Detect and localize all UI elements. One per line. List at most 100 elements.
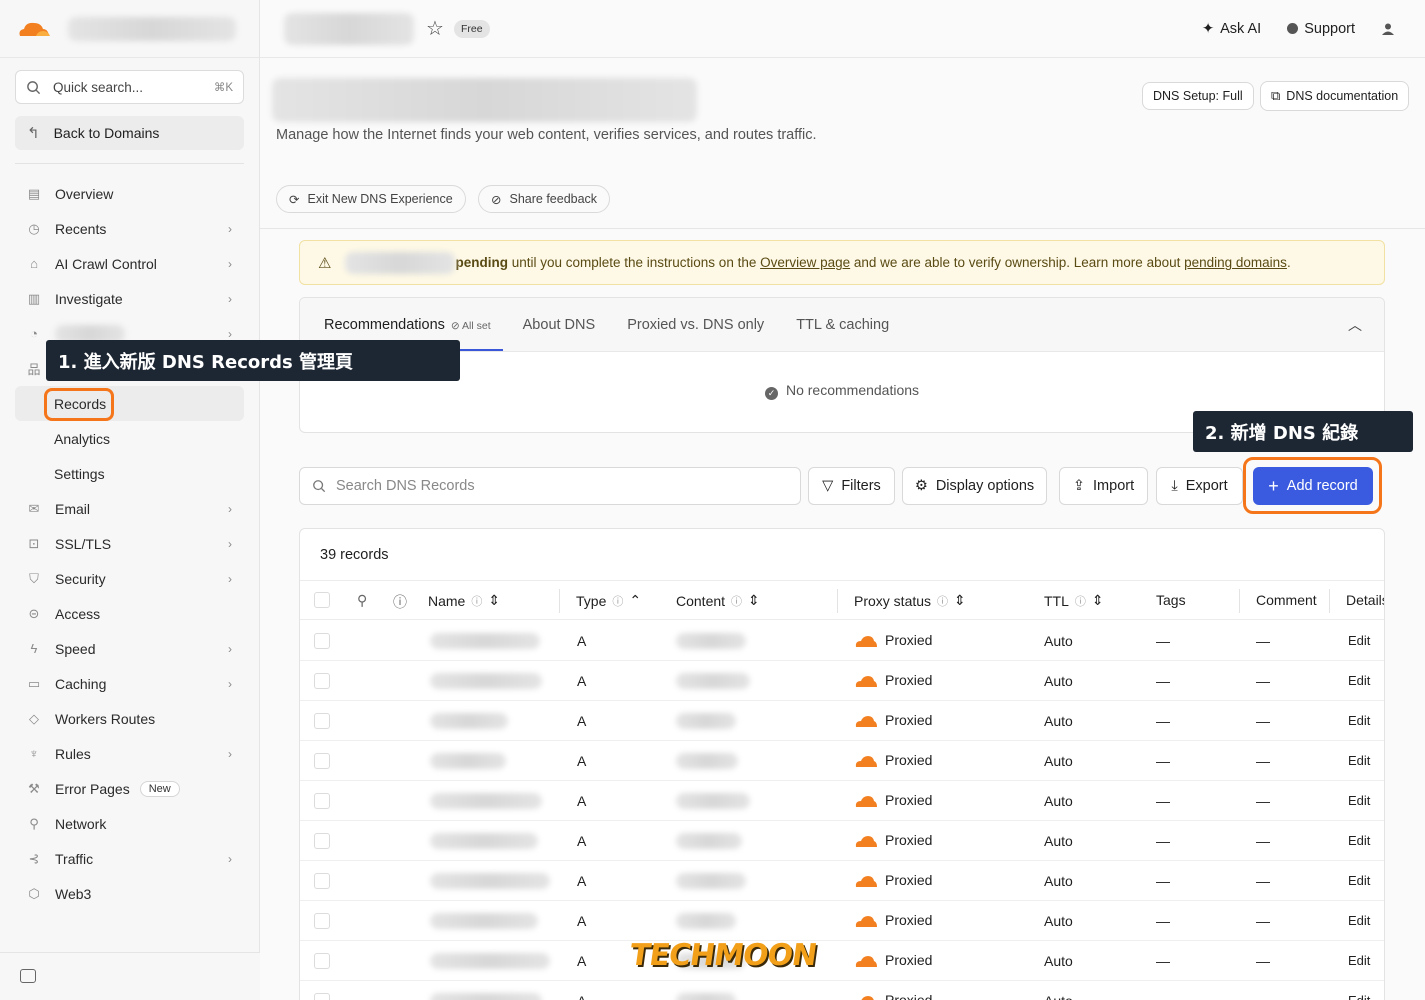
sidebar-item-analytics[interactable]: Analytics xyxy=(15,421,244,456)
record-comment: — xyxy=(1256,713,1270,729)
tab-about-dns[interactable]: About DNS xyxy=(523,317,596,333)
sidebar-item-access[interactable]: ⊝ Access xyxy=(15,596,244,631)
table-row[interactable]: A Proxied Auto — — Edit xyxy=(300,781,1384,821)
column-content[interactable]: Content ⓘ ⇕ xyxy=(676,592,760,609)
column-type[interactable]: Type ⓘ ⌃ xyxy=(576,592,641,609)
row-checkbox[interactable] xyxy=(314,793,330,809)
sidebar-item-web3[interactable]: ⬡ Web3 xyxy=(15,876,244,911)
overview-page-link[interactable]: Overview page xyxy=(760,255,850,270)
row-checkbox[interactable] xyxy=(314,833,330,849)
sidebar-item-speed[interactable]: ϟ Speed › xyxy=(15,631,244,666)
record-proxy-status[interactable]: Proxied xyxy=(855,872,932,888)
sidebar-item-email[interactable]: ✉ Email › xyxy=(15,491,244,526)
cloudflare-logo-icon[interactable] xyxy=(14,19,52,39)
sidebar-collapse-icon[interactable] xyxy=(20,969,36,983)
quick-search-input[interactable]: Quick search... ⌘K xyxy=(15,70,244,104)
record-proxy-status[interactable]: Proxied xyxy=(855,832,932,848)
sidebar-item-ssl-tls[interactable]: ⊡ SSL/TLS › xyxy=(15,526,244,561)
row-checkbox[interactable] xyxy=(314,673,330,689)
column-proxy-status[interactable]: Proxy status ⓘ ⇕ xyxy=(854,592,966,609)
sidebar-item-workers-routes[interactable]: ◇ Workers Routes xyxy=(15,701,244,736)
user-menu-button[interactable] xyxy=(1381,22,1395,36)
back-to-domains-button[interactable]: ↰ Back to Domains xyxy=(15,116,244,150)
sidebar-item-traffic[interactable]: ⊰ Traffic › xyxy=(15,841,244,876)
record-proxy-status[interactable]: Proxied xyxy=(855,752,932,768)
sort-asc-icon: ⌃ xyxy=(629,592,642,608)
share-feedback-button[interactable]: ⊘ Share feedback xyxy=(478,185,611,213)
table-row[interactable]: A Proxied Auto — — Edit xyxy=(300,901,1384,941)
edit-record-link[interactable]: Edit xyxy=(1348,753,1370,768)
table-row[interactable]: A Proxied Auto — — Edit xyxy=(300,661,1384,701)
record-proxy-status[interactable]: Proxied xyxy=(855,712,932,728)
table-row[interactable]: A Proxied Auto — — Edit xyxy=(300,821,1384,861)
record-proxy-status[interactable]: Proxied xyxy=(855,992,932,1000)
row-checkbox[interactable] xyxy=(314,713,330,729)
pending-domains-link[interactable]: pending domains xyxy=(1184,255,1287,270)
select-all-checkbox[interactable] xyxy=(314,592,330,608)
exit-new-dns-button[interactable]: ⟳ Exit New DNS Experience xyxy=(276,185,466,213)
table-row[interactable]: A Proxied Auto — — Edit xyxy=(300,981,1384,1000)
export-button[interactable]: ⤓ Export xyxy=(1156,467,1243,505)
edit-record-link[interactable]: Edit xyxy=(1348,833,1370,848)
edit-record-link[interactable]: Edit xyxy=(1348,913,1370,928)
display-options-button[interactable]: ⚙ Display options xyxy=(902,467,1047,505)
tab-proxied-vs-dns-only[interactable]: Proxied vs. DNS only xyxy=(627,317,764,333)
tab-recommendations[interactable]: Recommendations ⊘ All set xyxy=(324,317,491,333)
sidebar-item-investigate[interactable]: ▥ Investigate › xyxy=(15,281,244,316)
table-row[interactable]: A Proxied Auto — — Edit xyxy=(300,741,1384,781)
edit-record-link[interactable]: Edit xyxy=(1348,873,1370,888)
table-row[interactable]: A Proxied Auto — — Edit xyxy=(300,701,1384,741)
sidebar-item-ai-crawl-control[interactable]: ⌂ AI Crawl Control › xyxy=(15,246,244,281)
record-name-redacted xyxy=(430,953,550,969)
record-proxy-status[interactable]: Proxied xyxy=(855,952,932,968)
table-row[interactable]: A Proxied Auto — — Edit xyxy=(300,861,1384,901)
sidebar-item-error-pages[interactable]: ⚒ Error Pages New xyxy=(15,771,244,806)
row-checkbox[interactable] xyxy=(314,873,330,889)
row-checkbox[interactable] xyxy=(314,993,330,1000)
edit-record-link[interactable]: Edit xyxy=(1348,633,1370,648)
tab-ttl-caching[interactable]: TTL & caching xyxy=(796,317,889,333)
sidebar-item-rules[interactable]: ♆ Rules › xyxy=(15,736,244,771)
support-button[interactable]: Support xyxy=(1287,21,1355,37)
domain-redacted xyxy=(345,251,456,274)
row-checkbox[interactable] xyxy=(314,913,330,929)
search-shortcut: ⌘K xyxy=(213,82,233,94)
sidebar-item-label: Access xyxy=(55,605,101,622)
filters-button[interactable]: ▽ Filters xyxy=(808,467,895,505)
ask-ai-button[interactable]: ✦ Ask AI xyxy=(1202,21,1261,37)
sidebar-item-label: Web3 xyxy=(55,885,92,902)
sidebar-item-overview[interactable]: ▤ Overview xyxy=(15,176,244,211)
record-name-redacted xyxy=(430,793,542,809)
record-name-redacted xyxy=(430,913,538,929)
zone-name-redacted[interactable] xyxy=(284,12,414,45)
record-name-redacted xyxy=(430,993,542,1000)
star-icon[interactable]: ☆ xyxy=(426,16,444,41)
row-checkbox[interactable] xyxy=(314,633,330,649)
dns-setup-badge[interactable]: DNS Setup: Full xyxy=(1142,82,1254,110)
import-button[interactable]: ⇪ Import xyxy=(1059,467,1148,505)
record-proxy-status[interactable]: Proxied xyxy=(855,792,932,808)
sidebar-item-settings[interactable]: Settings xyxy=(15,456,244,491)
row-checkbox[interactable] xyxy=(314,953,330,969)
edit-record-link[interactable]: Edit xyxy=(1348,673,1370,688)
account-name-redacted[interactable] xyxy=(68,16,236,41)
sidebar-item-network[interactable]: ⚲ Network xyxy=(15,806,244,841)
dns-search-input[interactable]: Search DNS Records xyxy=(299,467,801,505)
edit-record-link[interactable]: Edit xyxy=(1348,713,1370,728)
table-row[interactable]: A Proxied Auto — — Edit xyxy=(300,621,1384,661)
edit-record-link[interactable]: Edit xyxy=(1348,993,1370,1000)
table-row[interactable]: A Proxied Auto — — Edit xyxy=(300,941,1384,981)
chevron-up-icon[interactable]: ︿ xyxy=(1348,315,1362,335)
column-ttl[interactable]: TTL ⓘ ⇕ xyxy=(1044,592,1104,609)
sidebar-item-recents[interactable]: ◷ Recents › xyxy=(15,211,244,246)
edit-record-link[interactable]: Edit xyxy=(1348,793,1370,808)
record-proxy-status[interactable]: Proxied xyxy=(855,632,932,648)
sidebar-item-caching[interactable]: ▭ Caching › xyxy=(15,666,244,701)
row-checkbox[interactable] xyxy=(314,753,330,769)
sidebar-item-security[interactable]: ⛉ Security › xyxy=(15,561,244,596)
record-proxy-status[interactable]: Proxied xyxy=(855,672,932,688)
dns-documentation-button[interactable]: ⧉ DNS documentation xyxy=(1260,81,1410,111)
column-name[interactable]: Name ⓘ ⇕ xyxy=(428,592,500,609)
record-proxy-status[interactable]: Proxied xyxy=(855,912,932,928)
edit-record-link[interactable]: Edit xyxy=(1348,953,1370,968)
